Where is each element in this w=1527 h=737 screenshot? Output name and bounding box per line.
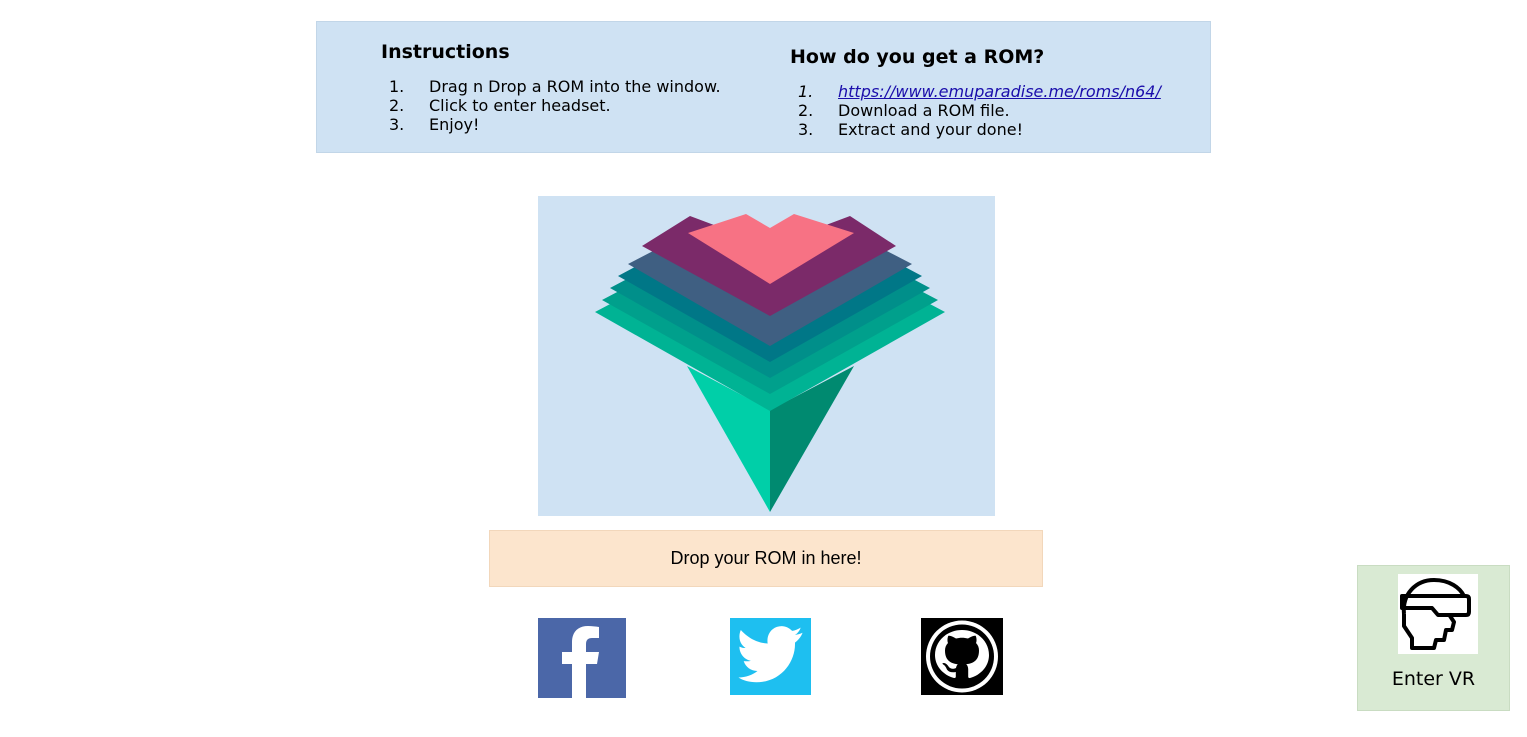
twitter-icon — [738, 626, 803, 683]
emuparadise-link[interactable]: https://www.emuparadise.me/roms/n64/ — [838, 82, 1161, 101]
list-item: 2. Click to enter headset. — [389, 96, 611, 115]
facebook-link[interactable] — [538, 618, 626, 698]
list-item: 3. Extract and your done! — [798, 120, 1023, 139]
instructions-list: 1. Drag n Drop a ROM into the window. 2. C… — [389, 77, 721, 134]
facebook-icon — [562, 626, 599, 698]
layered-diamond-logo-icon — [595, 214, 945, 512]
drop-zone-label: Drop your ROM in here! — [670, 548, 862, 568]
github-icon — [926, 620, 998, 693]
twitter-link[interactable] — [730, 618, 811, 695]
logo-panel — [538, 196, 995, 516]
vr-headset-icon — [1400, 578, 1471, 650]
rom-drop-zone[interactable]: Drop your ROM in here! — [489, 530, 1043, 587]
list-item: 1. Drag n Drop a ROM into the window. — [389, 77, 721, 96]
list-item: 2. Download a ROM file. — [798, 101, 1010, 120]
list-item: 3. Enjoy! — [389, 115, 480, 134]
vr-icon-background — [1398, 574, 1478, 654]
rom-help-title: How do you get a ROM? — [790, 46, 1045, 68]
rom-help-list: 1. https://www.emuparadise.me/roms/n64/ 2… — [798, 82, 1161, 139]
enter-vr-label: Enter VR — [1391, 668, 1476, 690]
list-item: 1. https://www.emuparadise.me/roms/n64/ — [798, 82, 1161, 101]
instructions-title: Instructions — [381, 41, 510, 63]
page: Instructions 1. Drag n Drop a ROM into th… — [0, 0, 1527, 737]
enter-vr-button[interactable]: Enter VR — [1357, 565, 1510, 711]
github-link[interactable] — [921, 618, 1003, 695]
instructions-panel: Instructions 1. Drag n Drop a ROM into th… — [316, 21, 1211, 153]
